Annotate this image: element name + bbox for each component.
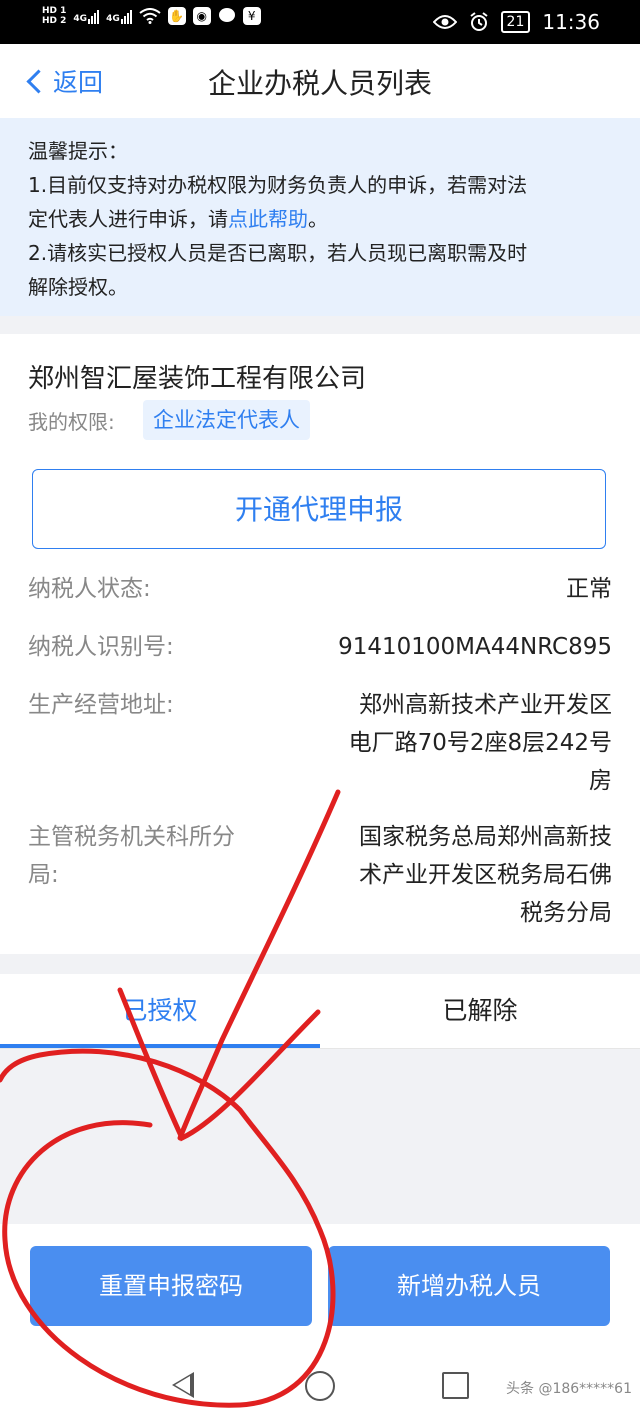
office-line: 国家税务总局郑州高新技 xyxy=(359,824,612,850)
label-line: 局: xyxy=(28,862,59,888)
status-tabs: 已授权 已解除 xyxy=(0,974,640,1049)
system-nav-bar: 头条 @186*****61 xyxy=(0,1350,640,1422)
field-value: 91410100MA44NRC895 xyxy=(338,634,612,660)
signal-2: 4G xyxy=(106,8,132,24)
signal-bars-icon xyxy=(120,8,132,24)
net1-label: 4G xyxy=(73,14,88,24)
notice-line-2-prefix: 定代表人进行申诉，请 xyxy=(28,207,228,231)
app-icon: ◉ xyxy=(192,7,211,25)
hd1-label: HD 1 xyxy=(42,6,67,16)
reset-filing-password-button[interactable]: 重置申报密码 xyxy=(30,1246,312,1326)
signal-bars-icon xyxy=(88,8,100,24)
help-link[interactable]: 点此帮助 xyxy=(228,207,308,231)
active-tab-indicator xyxy=(0,1044,320,1048)
notice-line-3: 2.请核实已授权人员是否已离职，若人员现已离职需及时 xyxy=(28,241,528,265)
nav-back-icon[interactable] xyxy=(172,1372,194,1398)
address-line: 电厂路70号2座8层242号 xyxy=(348,730,612,756)
clock: 11:36 xyxy=(542,10,600,34)
signal-1: 4G xyxy=(73,8,100,24)
permission-label: 我的权限: xyxy=(28,410,115,434)
battery-icon: 21 xyxy=(500,11,531,33)
company-name: 郑州智汇屋装饰工程有限公司 xyxy=(28,364,367,394)
office-line: 术产业开发区税务局石佛 xyxy=(359,862,612,888)
hd2-label: HD 2 xyxy=(42,16,67,26)
chat-icon xyxy=(218,8,235,22)
office-line: 税务分局 xyxy=(520,900,612,926)
business-address-row: 生产经营地址: 郑州高新技术产业开发区 电厂路70号2座8层242号 房 xyxy=(28,686,612,800)
tips-notice: 温馨提示： 1.目前仅支持对办税权限为财务负责人的申诉，若需对法 定代表人进行申… xyxy=(0,118,640,316)
net2-label: 4G xyxy=(106,14,120,24)
permission-badge: 企业法定代表人 xyxy=(143,400,310,440)
nav-bar: 返回 企业办税人员列表 xyxy=(0,44,640,118)
status-left: HD 1 HD 2 4G 4G ✋ ◉ ¥ xyxy=(42,6,261,26)
enable-agent-filing-button[interactable]: 开通代理申报 xyxy=(32,469,606,549)
address-line: 郑州高新技术产业开发区 xyxy=(359,692,612,718)
field-label: 主管税务机关科所分 局: xyxy=(28,818,278,894)
tab-revoked[interactable]: 已解除 xyxy=(320,974,640,1048)
notice-line-1: 1.目前仅支持对办税权限为财务负责人的申诉，若需对法 xyxy=(28,173,528,197)
status-bar: HD 1 HD 2 4G 4G ✋ ◉ ¥ 21 11:36 xyxy=(0,0,640,44)
hd-indicators: HD 1 HD 2 xyxy=(42,6,66,26)
nav-home-icon[interactable] xyxy=(305,1371,335,1401)
page-title: 企业办税人员列表 xyxy=(207,67,432,100)
notice-line-2: 定代表人进行申诉，请点此帮助。 xyxy=(28,202,616,236)
alipay-icon: ¥ xyxy=(242,7,261,25)
field-value: 郑州高新技术产业开发区 电厂路70号2座8层242号 房 xyxy=(322,686,612,800)
alarm-icon xyxy=(469,12,488,31)
company-card: 郑州智汇屋装饰工程有限公司 我的权限: 企业法定代表人 开通代理申报 纳税人状态… xyxy=(0,334,640,954)
nav-recent-icon[interactable] xyxy=(442,1372,469,1399)
eye-icon xyxy=(432,15,457,29)
tax-office-row: 主管税务机关科所分 局: 国家税务总局郑州高新技 术产业开发区税务局石佛 税务分… xyxy=(28,818,612,932)
address-line: 房 xyxy=(589,768,612,794)
field-value: 正常 xyxy=(566,576,612,602)
watermark: 头条 @186*****61 xyxy=(506,1381,632,1397)
field-label: 纳税人状态: xyxy=(28,576,151,602)
notice-line-2-suffix: 。 xyxy=(308,207,328,231)
field-value: 国家税务总局郑州高新技 术产业开发区税务局石佛 税务分局 xyxy=(322,818,612,932)
status-right: 21 11:36 xyxy=(432,10,600,34)
hand-icon: ✋ xyxy=(167,7,186,25)
notice-line-4: 解除授权。 xyxy=(28,275,128,299)
tab-authorized[interactable]: 已授权 xyxy=(0,974,320,1048)
label-line: 主管税务机关科所分 xyxy=(28,824,235,850)
wifi-icon xyxy=(139,8,161,24)
notice-heading: 温馨提示： xyxy=(28,139,128,163)
add-tax-staff-button[interactable]: 新增办税人员 xyxy=(328,1246,610,1326)
field-label: 生产经营地址: xyxy=(28,692,174,718)
bottom-action-bar: 重置申报密码 新增办税人员 xyxy=(0,1224,640,1350)
field-label: 纳税人识别号: xyxy=(28,634,174,660)
